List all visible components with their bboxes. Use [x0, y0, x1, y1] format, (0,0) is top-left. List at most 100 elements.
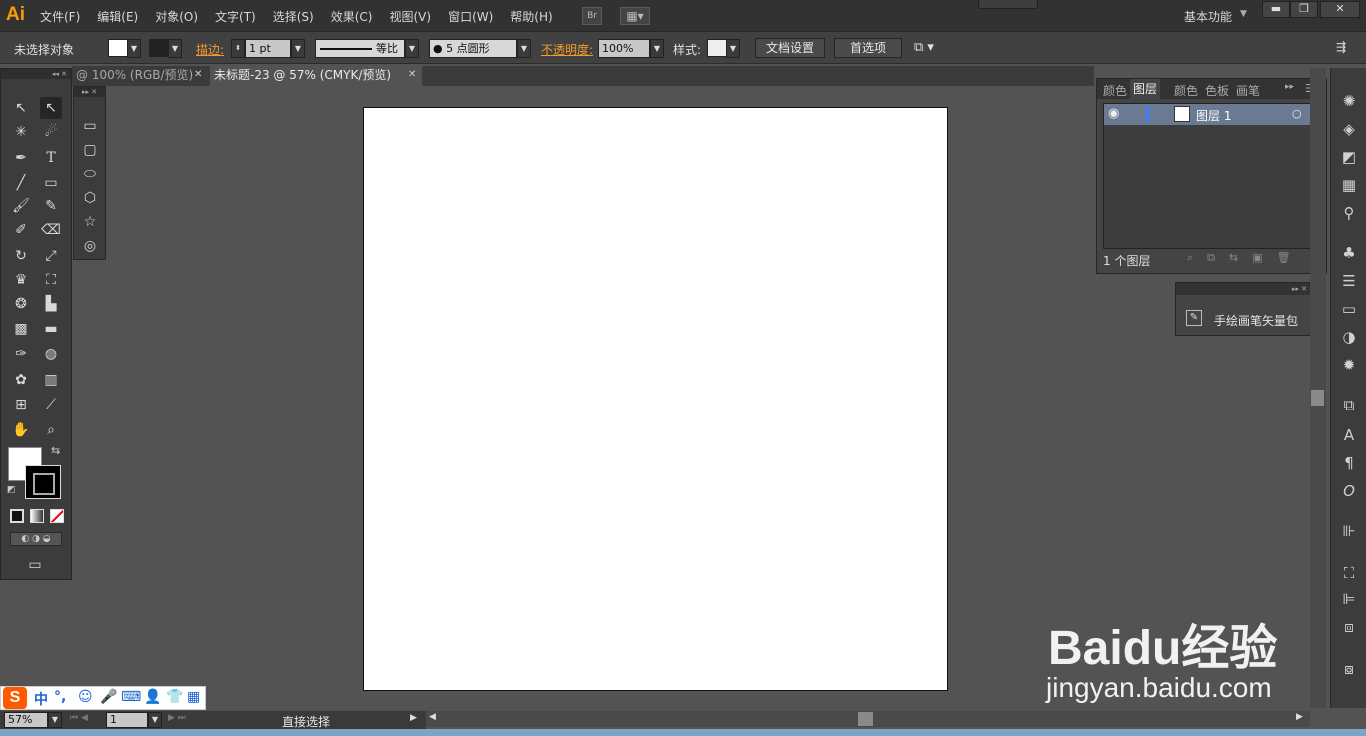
color-icon[interactable]: ◩ [1338, 146, 1360, 168]
arrange-icon[interactable]: ⧉ ▾ [914, 40, 934, 55]
graphic-styles-icon[interactable]: ⧉ [1338, 394, 1360, 416]
layer-name[interactable]: 图层 1 [1196, 107, 1231, 124]
appearance-icon[interactable]: ✹ [1338, 354, 1360, 376]
artboard-nav-first-prev-icon[interactable]: ⏮ ◀ [70, 713, 88, 723]
brush-definition-field[interactable]: ● 5 点圆形 [429, 39, 517, 58]
screen-mode-button[interactable]: ▭ [24, 554, 46, 576]
menu-effect[interactable]: 效果(C) [331, 8, 373, 25]
shape-builder-tool[interactable]: ❂ [10, 293, 32, 315]
zoom-dropdown[interactable]: ▼ [48, 712, 62, 728]
paragraph-icon[interactable]: ¶ [1338, 452, 1360, 474]
perspective-grid-tool[interactable]: ▙ [40, 293, 62, 315]
stroke-label[interactable]: 描边: [196, 41, 224, 58]
selection-tool[interactable]: ↖ [10, 97, 32, 119]
rectangle-tool[interactable]: ▭ [79, 115, 101, 137]
punctuation-icon[interactable]: °, [54, 689, 66, 705]
artboard-dropdown[interactable]: ▼ [148, 712, 162, 728]
brush-library-label[interactable]: 手绘画笔矢量包 [1214, 312, 1298, 329]
hand-tool[interactable]: ✋ [10, 419, 32, 441]
pencil-tool[interactable]: ✎ [40, 195, 62, 217]
target-icon[interactable]: ○ [1292, 107, 1302, 120]
eye-icon[interactable]: ◉ [1108, 106, 1119, 121]
default-colors-icon[interactable]: ◩ [7, 485, 16, 495]
stroke-dropdown[interactable]: ▼ [168, 39, 182, 58]
restore-button[interactable]: ❐ [1290, 1, 1318, 18]
tab-document-cmyk[interactable]: 未标题-23 @ 57% (CMYK/预览) [210, 66, 422, 86]
opacity-dropdown[interactable]: ▼ [650, 39, 664, 58]
pathfinder-icon[interactable]: ⧈ [1338, 616, 1360, 638]
tab-color-guide[interactable]: 颜色 [1174, 82, 1198, 99]
vertical-scroll-thumb[interactable] [1311, 390, 1324, 406]
brush-dropdown[interactable]: ▼ [517, 39, 531, 58]
close-icon[interactable]: ✕ [408, 69, 416, 80]
workspace-switcher[interactable]: 基本功能 [1184, 8, 1232, 25]
tab-brushes[interactable]: 画笔 [1236, 82, 1260, 99]
status-menu-icon[interactable]: ▶ [410, 713, 417, 723]
none-mode-button[interactable] [50, 509, 64, 523]
rotate-tool[interactable]: ↻ [10, 245, 32, 267]
free-transform-tool[interactable]: ⛶ [40, 269, 62, 291]
tab-color[interactable]: 颜色 [1103, 82, 1127, 99]
stroke-profile-field[interactable]: 等比 [315, 39, 405, 58]
color-mode-button[interactable] [10, 509, 24, 523]
opentype-icon[interactable]: O [1338, 480, 1360, 502]
stroke-swatch[interactable] [25, 465, 61, 499]
graphic-style-swatch[interactable] [707, 39, 727, 57]
ime-mode[interactable]: 中 [34, 689, 48, 709]
align-objects-icon[interactable]: ⊫ [1338, 588, 1360, 610]
star-tool[interactable]: ☆ [79, 211, 101, 233]
artboard-nav-next-last-icon[interactable]: ▶ ⏭ [168, 713, 186, 723]
menu-file[interactable]: 文件(F) [40, 8, 80, 25]
lasso-tool[interactable]: ☄ [40, 121, 62, 143]
stroke-icon[interactable]: ☰ [1338, 270, 1360, 292]
keyboard-icon[interactable]: ⌨ [121, 689, 141, 705]
flare-tool[interactable]: ◎ [79, 235, 101, 257]
polygon-tool[interactable]: ⬡ [79, 187, 101, 209]
type-tool[interactable]: T [40, 147, 62, 169]
mesh-tool[interactable]: ▩ [10, 318, 32, 340]
line-tool[interactable]: ╱ [10, 172, 32, 194]
drawing-modes-button[interactable]: ◐ ◑ ◒ [10, 532, 62, 546]
microphone-icon[interactable]: 🎤 [100, 689, 117, 705]
preferences-button[interactable]: 首选项 [834, 38, 902, 58]
menu-select[interactable]: 选择(S) [273, 8, 314, 25]
paintbrush-tool[interactable]: 🖌 [10, 195, 32, 217]
tab-layers[interactable]: 图层 [1130, 79, 1161, 99]
transparency-icon[interactable]: ◑ [1338, 326, 1360, 348]
user-icon[interactable]: 👤 [144, 689, 161, 705]
tab-swatches[interactable]: 色板 [1205, 82, 1229, 99]
menu-edit[interactable]: 编辑(E) [97, 8, 138, 25]
panel-collapse-icon[interactable]: ▸▸ ✕ [1176, 283, 1311, 295]
ellipse-tool[interactable]: ⬭ [79, 163, 101, 185]
zoom-field[interactable]: 57% [4, 712, 48, 728]
artboard[interactable] [363, 107, 948, 691]
zoom-tool[interactable]: ⌕ [40, 419, 62, 441]
search-input[interactable] [978, 0, 1038, 9]
swatches-icon[interactable]: ▦ [1338, 174, 1360, 196]
panel-expand-icon[interactable]: ▸▸ [1285, 82, 1294, 92]
artboard-number-field[interactable]: 1 [106, 712, 148, 728]
vertical-scrollbar[interactable] [1310, 68, 1326, 708]
rounded-rectangle-tool[interactable]: ▢ [79, 139, 101, 161]
layers-icon[interactable]: ◈ [1338, 118, 1360, 140]
menu-type[interactable]: 文字(T) [215, 8, 256, 25]
skin-icon[interactable]: 👕 [166, 689, 183, 705]
gradient-mode-button[interactable] [30, 509, 44, 523]
fill-color-swatch[interactable] [108, 39, 128, 57]
menu-help[interactable]: 帮助(H) [510, 8, 552, 25]
character-icon[interactable]: A [1338, 424, 1360, 446]
layer-actions-icons[interactable]: ⌕⧉⇆▣🗑 [1187, 251, 1305, 265]
scroll-left-icon[interactable]: ◀ [429, 712, 436, 722]
graphic-style-dropdown[interactable]: ▼ [726, 39, 740, 58]
symbols-icon[interactable]: ♣ [1338, 242, 1360, 264]
color-guide-icon[interactable]: ✺ [1338, 90, 1360, 112]
column-graph-tool[interactable]: ▥ [40, 369, 62, 391]
sogou-logo-icon[interactable]: S [3, 687, 27, 709]
swap-fill-stroke-icon[interactable]: ⇆ [51, 444, 60, 457]
panel-collapse-icon[interactable]: ◂◂ ✕ [1, 69, 71, 79]
close-icon[interactable]: ✕ [194, 69, 202, 80]
symbol-sprayer-tool[interactable]: ✿ [10, 369, 32, 391]
menu-object[interactable]: 对象(O) [155, 8, 198, 25]
opacity-label[interactable]: 不透明度: [541, 41, 593, 58]
links-icon[interactable]: ⧇ [1338, 658, 1360, 680]
